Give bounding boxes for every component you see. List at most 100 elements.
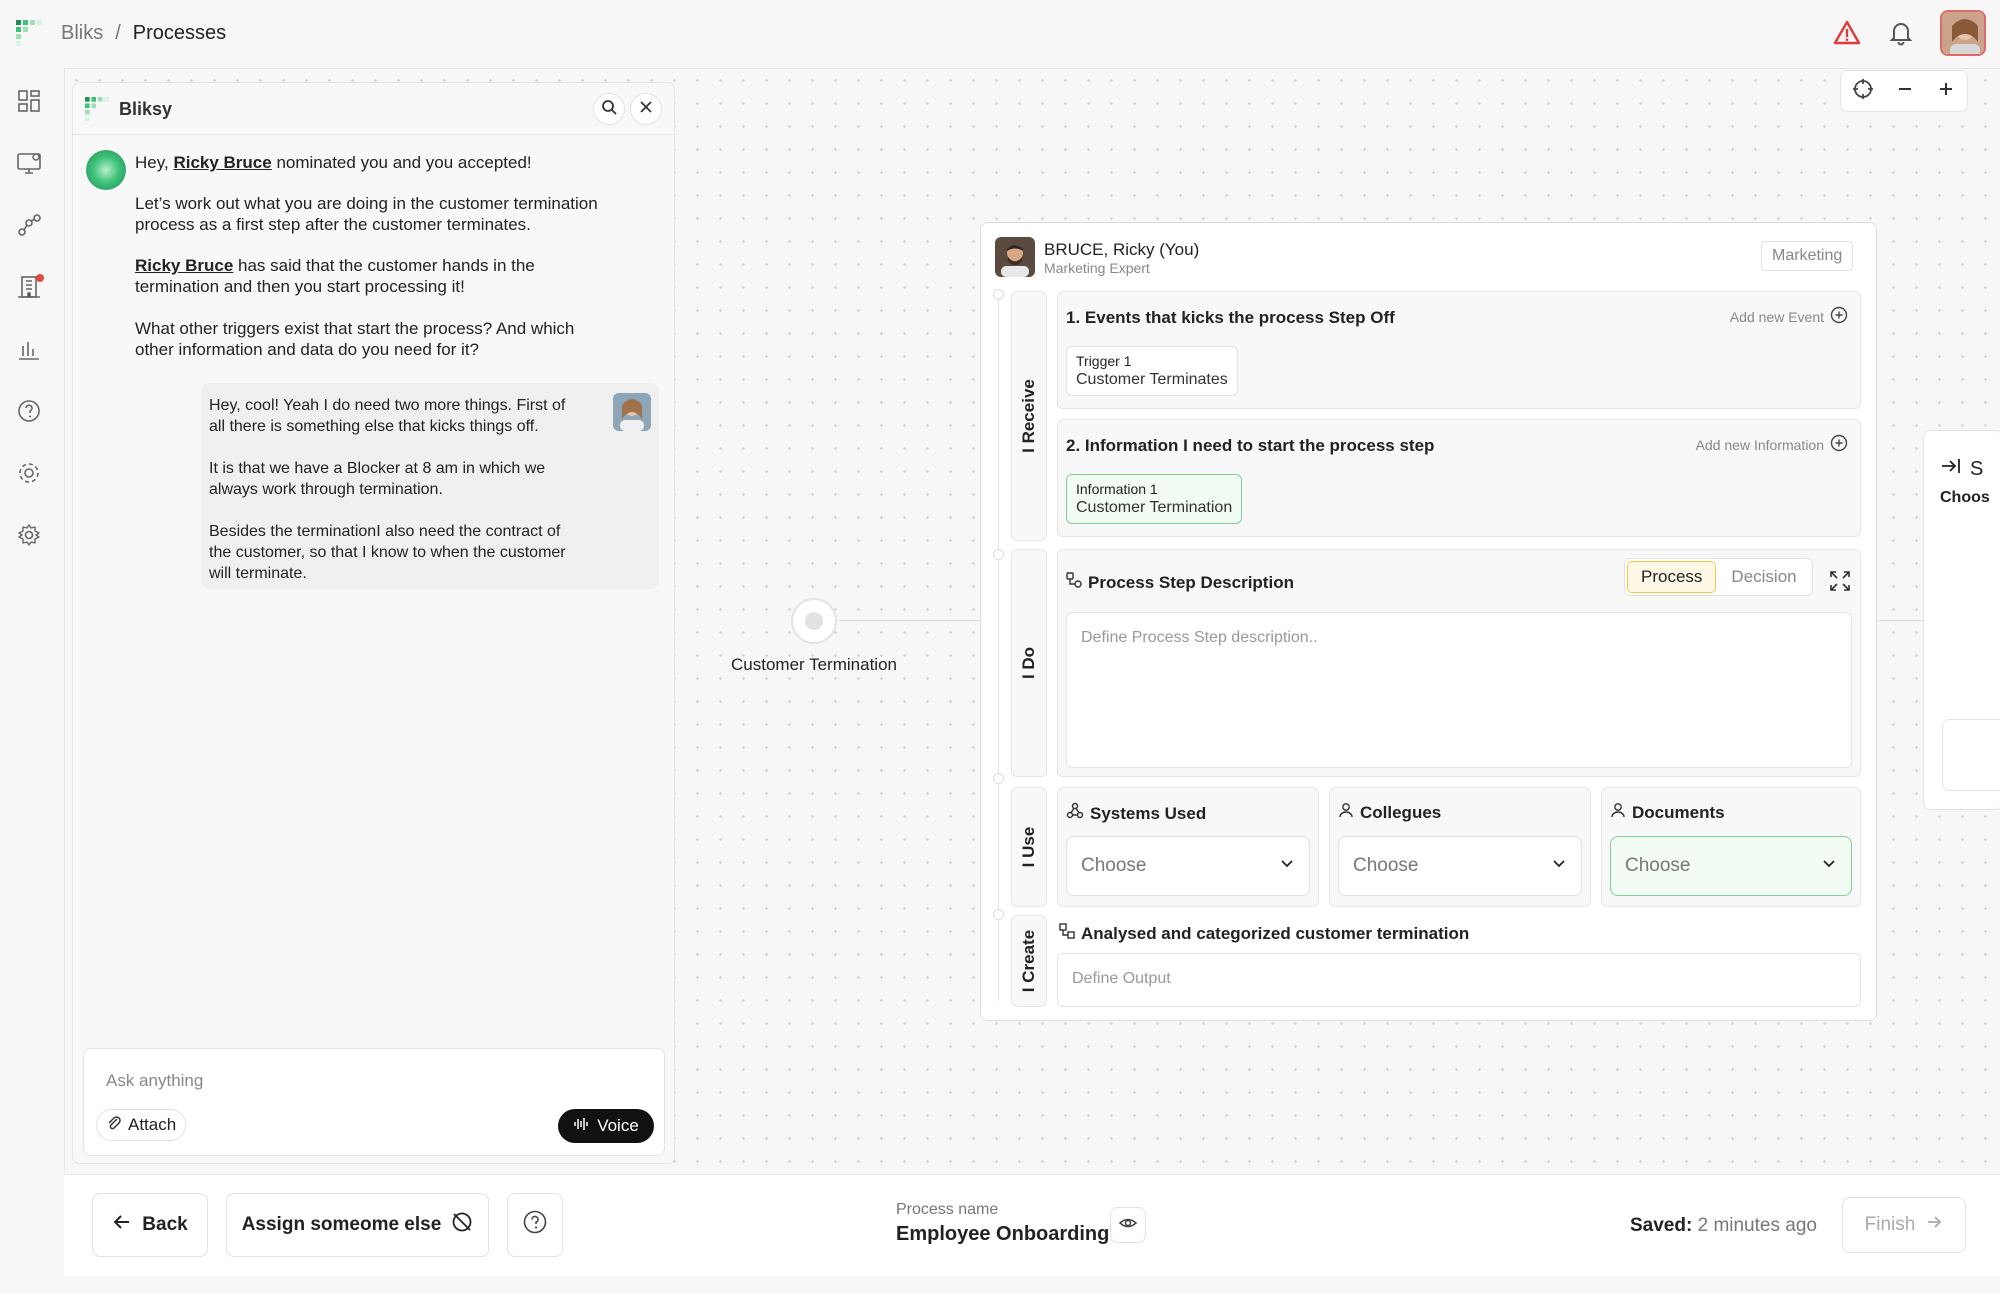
eye-icon: [1118, 1213, 1138, 1238]
department-tag[interactable]: Marketing: [1761, 241, 1854, 271]
documents-select[interactable]: Choose: [1610, 836, 1852, 896]
section-label-create: I Create: [1011, 915, 1047, 1007]
side-panel-title: S: [1970, 457, 1984, 480]
timeline-dot: [993, 289, 1004, 300]
process-name-label: Process name: [896, 1201, 999, 1218]
description-textarea[interactable]: Define Process Step description..: [1066, 612, 1852, 768]
chat-search-button[interactable]: [593, 93, 625, 125]
events-box: 1. Events that kicks the process Step Of…: [1057, 291, 1861, 409]
paperclip-icon: [106, 1115, 122, 1136]
left-rail: [0, 68, 60, 1293]
description-title: Process Step Description: [1066, 572, 1294, 593]
text-line: Hey, cool! Yeah I do need two more thing…: [209, 397, 566, 414]
owner-name: BRUCE, Ricky (You): [1044, 240, 1200, 259]
back-label: Back: [142, 1214, 188, 1235]
help-icon[interactable]: [14, 396, 44, 426]
text-line: always work through termination.: [209, 481, 443, 498]
text: nominated you and you accepted!: [276, 153, 532, 172]
unassign-icon: [451, 1211, 473, 1239]
saved-label: Saved:: [1630, 1215, 1693, 1236]
back-button[interactable]: Back: [92, 1193, 208, 1257]
text-line: the customer, so that I know to when the…: [209, 544, 566, 561]
timeline-dot: [993, 909, 1004, 920]
preview-button[interactable]: [1110, 1207, 1146, 1243]
add-event-label: Add new Event: [1729, 308, 1824, 325]
timeline-dot: [993, 773, 1004, 784]
bell-icon[interactable]: [1886, 18, 1916, 48]
process-step-card: BRUCE, Ricky (You) Marketing Expert Mark…: [980, 222, 1877, 1021]
flow-icon[interactable]: [14, 210, 44, 240]
voice-label: Voice: [597, 1116, 639, 1135]
chat-header: Bliksy: [73, 83, 674, 135]
add-event-button[interactable]: Add new Event: [1730, 306, 1848, 327]
assign-button[interactable]: Assign someome else: [226, 1193, 489, 1257]
text-line: What other triggers exist that start the…: [135, 319, 575, 338]
chart-icon[interactable]: [14, 334, 44, 364]
process-icon: [1066, 572, 1082, 593]
dashboard-icon[interactable]: [14, 86, 44, 116]
attach-button[interactable]: Attach: [96, 1109, 187, 1141]
colleagues-select-value: Choose: [1353, 855, 1419, 876]
settings-icon[interactable]: [14, 520, 44, 550]
process-node-dot: [805, 612, 823, 630]
finish-label: Finish: [1864, 1214, 1916, 1235]
monitor-icon[interactable]: [14, 148, 44, 178]
documents-select-value: Choose: [1625, 855, 1691, 876]
side-panel: S Choos: [1923, 430, 2000, 810]
mention-link[interactable]: Ricky Bruce: [135, 256, 233, 275]
expand-icon[interactable]: [1829, 570, 1851, 597]
section-label-text: I Create: [1019, 929, 1038, 993]
information-title: 2. Information I need to start the proce…: [1066, 436, 1435, 455]
colleagues-title-text: Collegues: [1360, 802, 1442, 822]
description-title-text: Process Step Description: [1088, 572, 1294, 592]
process-name: Employee Onboarding: [896, 1223, 1110, 1245]
systems-select[interactable]: Choose: [1066, 836, 1310, 896]
close-icon: [639, 100, 653, 119]
section-label-text: I Use: [1019, 826, 1038, 868]
chat-input-placeholder[interactable]: Ask anything: [106, 1071, 203, 1091]
top-bar: Bliks / Processes: [0, 0, 2000, 68]
section-label-do: I Do: [1011, 549, 1047, 777]
minus-icon[interactable]: [1894, 78, 1916, 105]
plus-icon[interactable]: [1935, 78, 1957, 105]
text-line: Besides the terminationI also need the c…: [209, 523, 561, 540]
toggle-process[interactable]: Process: [1627, 561, 1717, 593]
breadcrumb-root[interactable]: Bliks: [61, 22, 103, 45]
trigger-chip[interactable]: Trigger 1 Customer Terminates: [1066, 346, 1238, 396]
timeline-line: [998, 289, 999, 1001]
chat-close-button[interactable]: [630, 93, 662, 125]
waveform-icon: [573, 1116, 589, 1137]
toggle-decision[interactable]: Decision: [1718, 561, 1809, 593]
output-input[interactable]: Define Output: [1057, 953, 1861, 1007]
text-line: Let’s work out what you are doing in the…: [135, 194, 598, 213]
text-line: all there is something else that kicks t…: [209, 418, 539, 435]
user-avatar: [613, 393, 651, 431]
timeline-dot: [993, 549, 1004, 560]
alert-icon[interactable]: [1832, 18, 1862, 48]
avatar[interactable]: [1940, 10, 1986, 56]
locate-icon[interactable]: [1851, 77, 1875, 106]
chat-input-box[interactable]: Ask anything Attach Voice: [83, 1048, 665, 1156]
bot-message-3: Ricky Bruce has said that the customer h…: [135, 255, 535, 297]
documents-box: Documents Choose: [1601, 787, 1861, 907]
trigger-chip-key: Trigger 1: [1076, 353, 1132, 369]
add-information-button[interactable]: Add new Information: [1696, 434, 1848, 455]
gear-icon[interactable]: [14, 458, 44, 488]
bottom-bar: Back Assign someome else Process name Em…: [64, 1174, 2000, 1276]
user-message: Hey, cool! Yeah I do need two more thing…: [209, 395, 566, 584]
help-button[interactable]: [507, 1193, 563, 1257]
mention-link[interactable]: Ricky Bruce: [173, 153, 271, 172]
systems-title-text: Systems Used: [1090, 803, 1207, 823]
collapse-icon[interactable]: [1940, 455, 1962, 483]
side-panel-header: S: [1940, 455, 1983, 483]
information-chip[interactable]: Information 1 Customer Termination: [1066, 474, 1243, 524]
voice-button[interactable]: Voice: [558, 1109, 654, 1143]
finish-button[interactable]: Finish: [1842, 1197, 1966, 1253]
connector-line: [839, 620, 980, 621]
building-icon[interactable]: [14, 272, 44, 302]
grid-logo[interactable]: [16, 20, 42, 46]
colleagues-select[interactable]: Choose: [1338, 836, 1582, 896]
owner-avatar: [995, 237, 1035, 277]
map-controls: [1840, 70, 1968, 112]
side-panel-input[interactable]: [1942, 719, 2000, 791]
